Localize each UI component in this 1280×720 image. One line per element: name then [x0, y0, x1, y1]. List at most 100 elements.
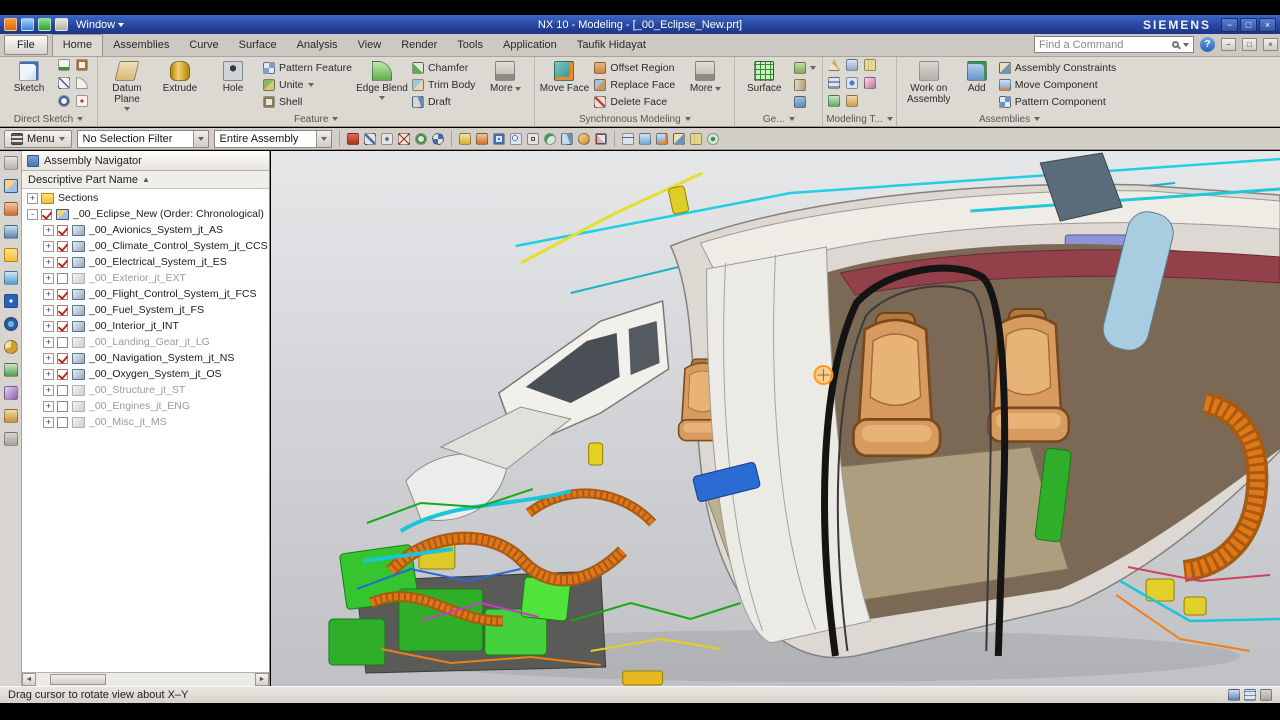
display-icon[interactable]	[846, 77, 859, 89]
chamfer-button[interactable]: Chamfer	[409, 60, 478, 76]
history-icon[interactable]	[3, 340, 18, 354]
help-icon[interactable]: ?	[1200, 37, 1215, 52]
titlebar-close-button[interactable]: ×	[1259, 17, 1276, 32]
tree-checkbox[interactable]	[57, 400, 68, 412]
fit-view-icon[interactable]	[492, 132, 505, 145]
part-navigator-icon[interactable]	[3, 225, 18, 239]
view-manager-icon[interactable]	[3, 271, 18, 285]
section-clip-icon[interactable]	[594, 132, 607, 145]
tree-row[interactable]: + _00_Exterior_jt_EXT	[22, 270, 269, 286]
ribbon-tab[interactable]: Analysis	[287, 35, 348, 56]
intersection-snap-icon[interactable]	[397, 132, 410, 145]
zoom-icon[interactable]	[509, 132, 522, 145]
tree-expander[interactable]: +	[43, 416, 54, 428]
hole-button[interactable]: Hole	[207, 58, 259, 112]
extrude-button[interactable]: Extrude	[154, 58, 206, 112]
ribbon-tab[interactable]: Surface	[229, 35, 287, 56]
layer-settings-icon[interactable]	[828, 77, 841, 89]
shell-button[interactable]: Shell	[260, 94, 355, 110]
snap-point-toggle-icon[interactable]	[346, 132, 359, 145]
ribbon-tab[interactable]: Assemblies	[103, 35, 179, 56]
doc-minimize-button[interactable]: −	[1221, 38, 1236, 51]
pan-icon[interactable]	[526, 132, 539, 145]
point-icon[interactable]	[76, 95, 88, 107]
move-face-button[interactable]: Move Face	[538, 58, 590, 112]
sync-more-button[interactable]: More	[679, 58, 731, 112]
sketch-button[interactable]: Sketch	[3, 58, 55, 112]
group-label-modeling-tools[interactable]: Modeling T...	[826, 112, 893, 126]
tree-checkbox[interactable]	[57, 304, 68, 316]
tree-row[interactable]: + _00_Structure_jt_ST	[22, 382, 269, 398]
web-browser-icon[interactable]	[3, 317, 18, 331]
reuse-library-icon[interactable]	[3, 248, 18, 262]
surface-button[interactable]: Surface	[738, 58, 790, 112]
unite-button[interactable]: Unite	[260, 77, 355, 93]
ribbon-tab[interactable]: Render	[391, 35, 447, 56]
tree-row[interactable]: + _00_Flight_Control_System_jt_FCS	[22, 286, 269, 302]
group-label-synchronous[interactable]: Synchronous Modeling	[538, 112, 731, 126]
perspective-icon[interactable]	[560, 132, 573, 145]
tree-expander[interactable]: +	[27, 192, 38, 204]
replace-face-button[interactable]: Replace Face	[591, 77, 678, 93]
tree-expander[interactable]: +	[43, 400, 54, 412]
curve-tools-icon[interactable]	[864, 77, 877, 89]
pattern-feature-button[interactable]: Pattern Feature	[260, 60, 355, 76]
arc-icon[interactable]	[76, 77, 88, 89]
scroll-left-icon[interactable]: ◄	[22, 673, 36, 686]
tree-checkbox[interactable]	[57, 288, 68, 300]
ribbon-tab[interactable]: View	[348, 35, 392, 56]
through-curves-button[interactable]	[791, 77, 819, 93]
assembly-navigator-tab-icon[interactable]	[3, 179, 18, 193]
tree-row[interactable]: + Sections	[22, 190, 269, 206]
tree-expander[interactable]: +	[43, 240, 54, 252]
draft-button[interactable]: Draft	[409, 94, 478, 110]
ribbon-tab[interactable]: Curve	[179, 35, 228, 56]
tree-checkbox[interactable]	[57, 368, 68, 380]
tree-expander[interactable]: +	[43, 320, 54, 332]
tree-checkbox[interactable]	[57, 320, 68, 332]
tree-row[interactable]: + _00_Misc_jt_MS	[22, 414, 269, 430]
ribbon-tab[interactable]: Home	[51, 34, 104, 56]
ribbon-tab[interactable]: Taufik Hidayat	[567, 35, 656, 56]
window-icon[interactable]	[621, 132, 634, 145]
selection-scope-dropdown[interactable]: Entire Assembly	[213, 129, 332, 148]
scrollbar-track[interactable]	[36, 673, 255, 686]
tree-expander[interactable]: +	[43, 336, 54, 348]
render-style-icon[interactable]	[577, 132, 590, 145]
tree-expander[interactable]: +	[43, 256, 54, 268]
profile-icon[interactable]	[58, 59, 70, 71]
constraints-tool-icon[interactable]	[672, 132, 685, 145]
selection-filter-dropdown[interactable]: No Selection Filter	[76, 129, 209, 148]
tree-row[interactable]: + _00_Climate_Control_System_jt_CCS	[22, 238, 269, 254]
tree-checkbox[interactable]	[41, 208, 52, 220]
move-component-button[interactable]: Move Component	[996, 77, 1120, 93]
offset-surface-button[interactable]	[791, 60, 819, 76]
titlebar-minimize-button[interactable]: −	[1221, 17, 1238, 32]
scrollbar-thumb[interactable]	[50, 674, 106, 685]
synchronize-icon[interactable]	[828, 95, 841, 107]
window-menu[interactable]: Window	[76, 19, 125, 31]
arc-center-snap-icon[interactable]	[414, 132, 427, 145]
tree-row[interactable]: + _00_Oxygen_System_jt_OS	[22, 366, 269, 382]
pattern-component-button[interactable]: Pattern Component	[996, 94, 1120, 110]
expressions-icon[interactable]	[846, 59, 859, 71]
line-icon[interactable]	[58, 77, 70, 89]
graphics-window[interactable]	[271, 151, 1280, 686]
swept-button[interactable]	[791, 94, 819, 110]
delete-face-button[interactable]: Delete Face	[591, 94, 678, 110]
feature-more-button[interactable]: More	[479, 58, 531, 112]
tree-row[interactable]: + _00_Fuel_System_jt_FS	[22, 302, 269, 318]
offset-region-button[interactable]: Offset Region	[591, 60, 678, 76]
tree-expander[interactable]: +	[43, 304, 54, 316]
resource-toggle-icon[interactable]	[3, 156, 18, 170]
work-on-assembly-button[interactable]: Work on Assembly	[900, 58, 958, 112]
datum-plane-button[interactable]: Datum Plane	[101, 58, 153, 112]
tree-row[interactable]: + _00_Avionics_System_jt_AS	[22, 222, 269, 238]
menu-button[interactable]: Menu	[4, 129, 72, 148]
performance-icon[interactable]	[1260, 689, 1272, 701]
find-command-input[interactable]: Find a Command	[1034, 36, 1194, 53]
edge-blend-button[interactable]: Edge Blend	[356, 58, 408, 112]
tree-row[interactable]: + _00_Landing_Gear_jt_LG	[22, 334, 269, 350]
doc-close-button[interactable]: ×	[1263, 38, 1278, 51]
measure-distance-icon[interactable]	[689, 132, 702, 145]
